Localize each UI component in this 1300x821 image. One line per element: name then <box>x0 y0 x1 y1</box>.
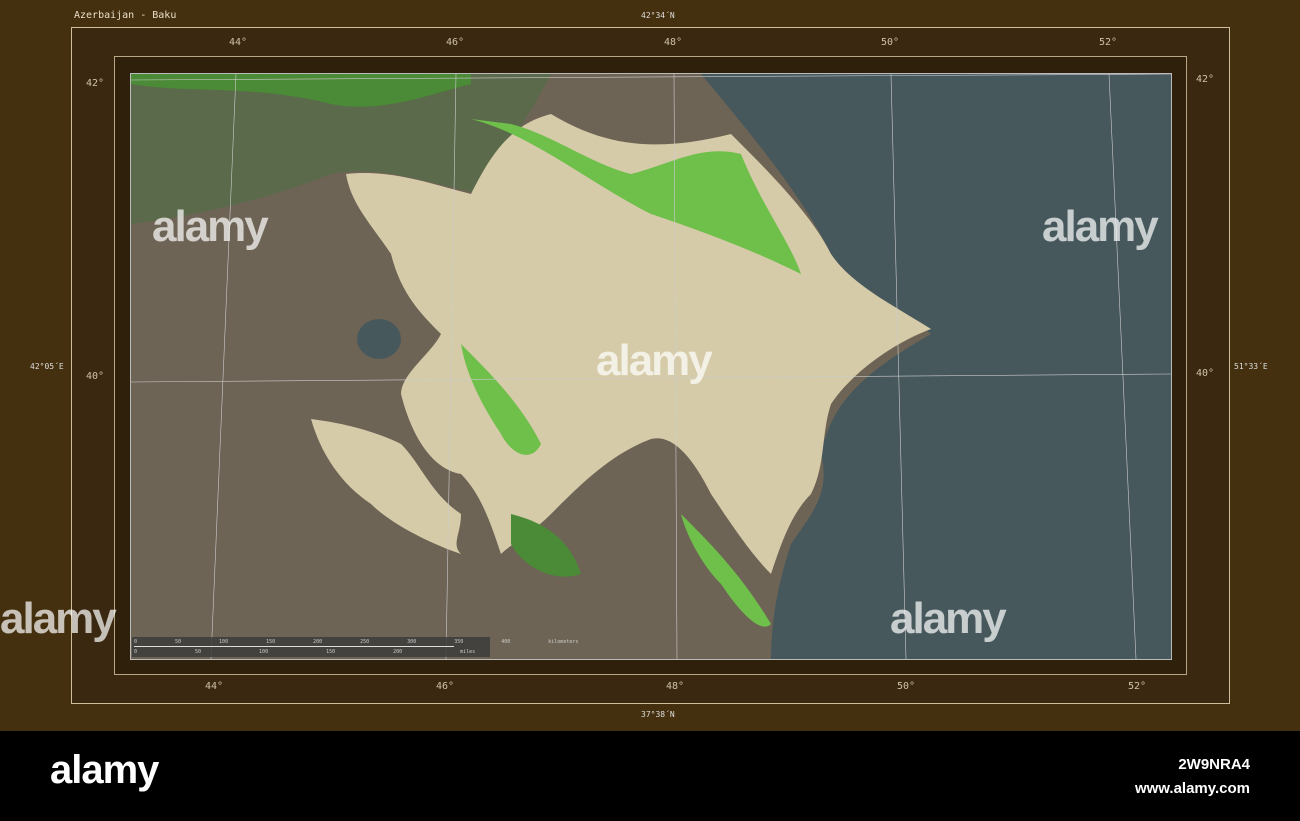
scale-tick: 200 <box>393 649 403 655</box>
watermark: alamy <box>1042 202 1159 251</box>
lon-label: 46° <box>436 681 455 692</box>
watermark: alamy <box>596 336 713 385</box>
lon-label: 52° <box>1128 681 1147 692</box>
scale-tick: 350 <box>454 639 464 645</box>
lat-label: 42° <box>86 78 105 89</box>
scale-tick: 50 <box>195 649 202 655</box>
lon-label: 44° <box>205 681 224 692</box>
scale-tick: 0 <box>134 639 138 645</box>
lon-label: 50° <box>881 37 900 48</box>
scale-unit: kilometers <box>548 639 579 645</box>
lon-label: 50° <box>897 681 916 692</box>
scale-tick: 100 <box>219 639 229 645</box>
map-title: Azerbaijan - Baku <box>74 10 177 21</box>
lon-label: 48° <box>664 37 683 48</box>
lon-label: 52° <box>1099 37 1118 48</box>
map-sheet: Azerbaijan - Baku 42°34´N 37°38´N 42°05´… <box>0 0 1300 731</box>
scale-tick: 100 <box>259 649 269 655</box>
lat-label: 42° <box>1196 74 1215 85</box>
scale-tick: 150 <box>326 649 336 655</box>
scale-tick: 300 <box>407 639 417 645</box>
watermark: alamy <box>152 202 269 251</box>
right-edge-label: 51°33´E <box>1234 362 1268 371</box>
footer-bar <box>0 731 1300 821</box>
lon-label: 44° <box>229 37 248 48</box>
scale-tick: 250 <box>360 639 370 645</box>
top-edge-label: 42°34´N <box>641 11 675 20</box>
lon-label: 46° <box>446 37 465 48</box>
lat-label: 40° <box>86 371 105 382</box>
scale-bar: 0 50 100 150 200 250 300 350 400 kilometers 0 50 10… <box>132 637 578 657</box>
lake-sevan <box>357 319 401 359</box>
bottom-edge-label: 37°38´N <box>641 710 675 719</box>
lon-label: 48° <box>666 681 685 692</box>
scale-tick: 0 <box>134 649 138 655</box>
scale-unit: miles <box>460 649 476 655</box>
watermark: alamy <box>890 594 1007 643</box>
lat-label: 40° <box>1196 368 1215 379</box>
watermark: alamy <box>0 594 117 643</box>
scale-tick: 50 <box>175 639 182 645</box>
image-id: 2W9NRA4 <box>1178 756 1250 773</box>
site-url: www.alamy.com <box>1134 780 1250 797</box>
scale-tick: 150 <box>266 639 276 645</box>
scale-tick: 200 <box>313 639 323 645</box>
alamy-logo: alamy <box>50 748 159 792</box>
left-edge-label: 42°05´E <box>30 362 64 371</box>
scale-tick: 400 <box>501 639 511 645</box>
